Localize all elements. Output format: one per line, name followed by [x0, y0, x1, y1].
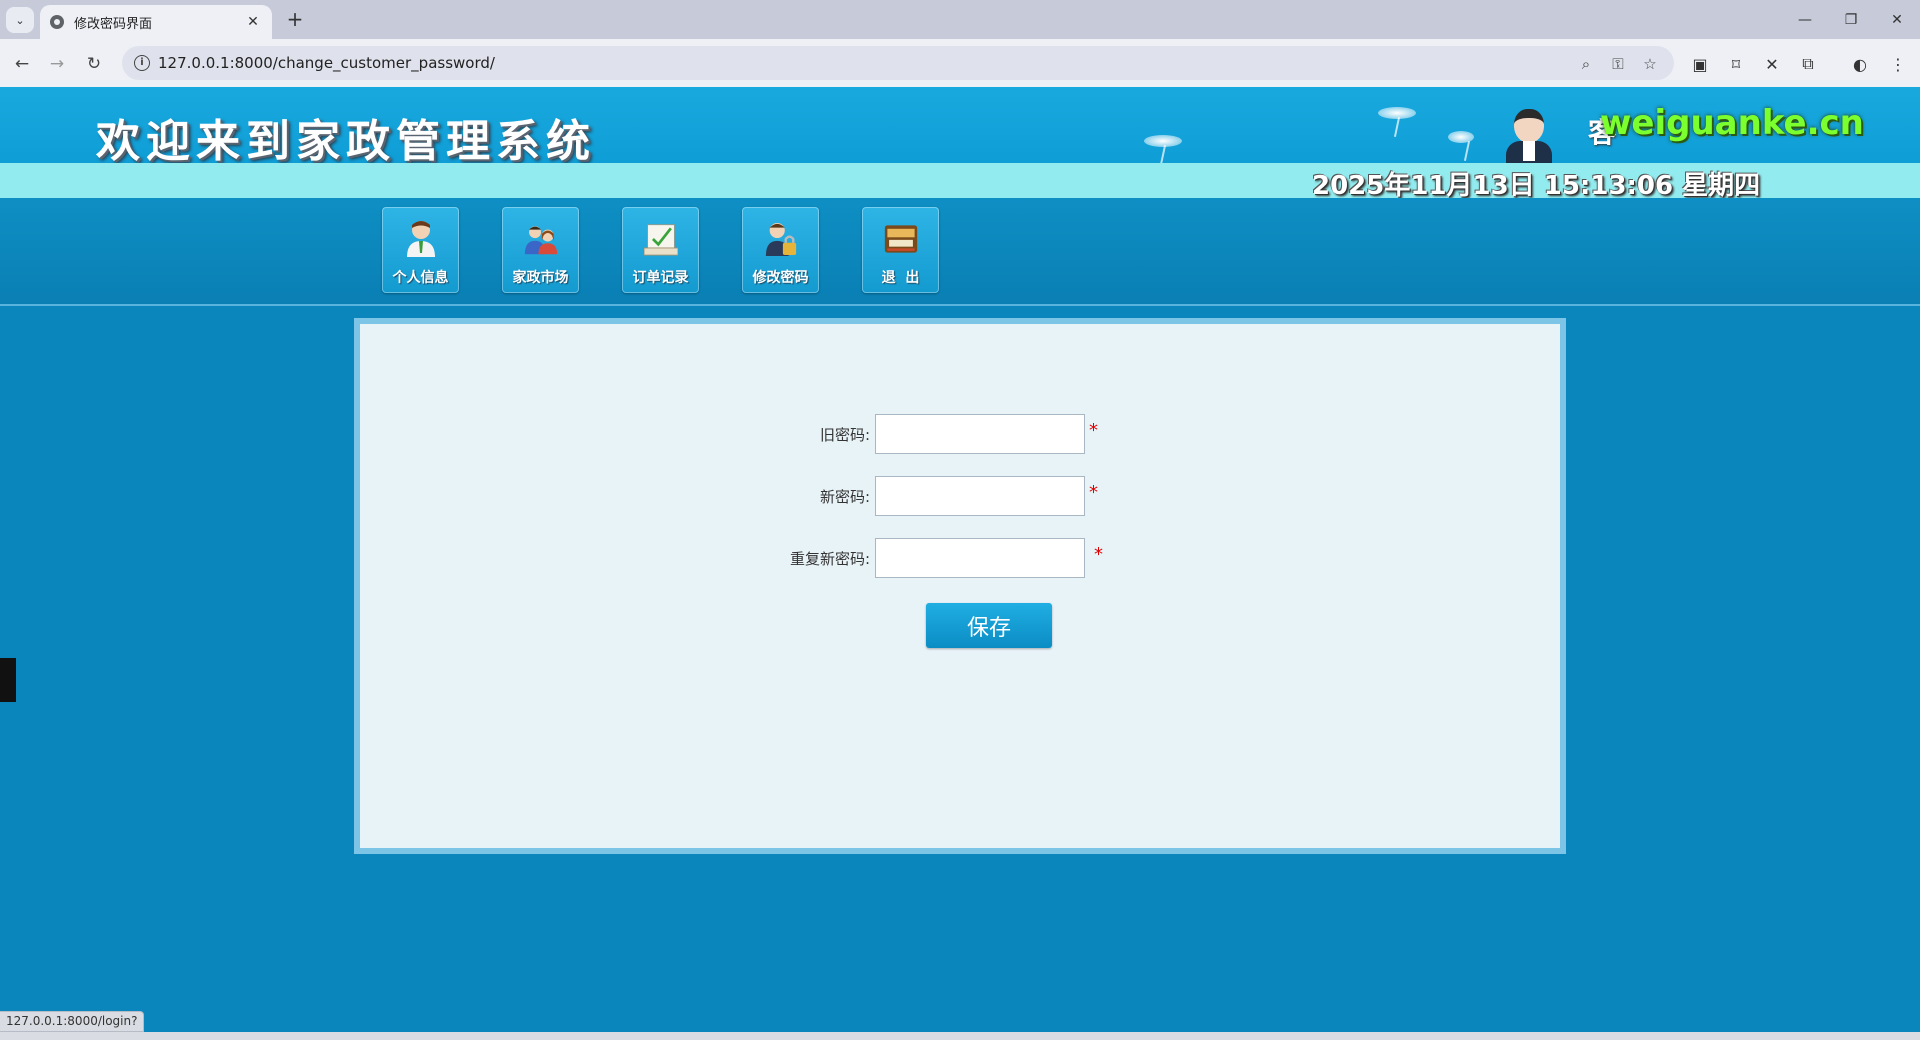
exit-icon: [884, 219, 918, 259]
reload-button[interactable]: ↻: [80, 50, 108, 78]
change-password-panel: 旧密码: * 新密码: * 重复新密码: * 保存: [354, 318, 1566, 854]
nav-order-records[interactable]: 订单记录: [622, 207, 699, 293]
required-mark: *: [1094, 544, 1103, 565]
nav-change-password[interactable]: 修改密码: [742, 207, 819, 293]
nav-label: 修改密码: [752, 270, 809, 286]
nav-label: 个人信息: [392, 270, 449, 286]
nav-personal-info[interactable]: 个人信息: [382, 207, 459, 293]
address-bar[interactable]: i 127.0.0.1:8000/change_customer_passwor…: [122, 46, 1674, 80]
browser-tab-bar: ⌄ 修改密码界面 ✕ + — ❐ ✕: [0, 0, 1920, 39]
zoom-icon[interactable]: ⌕: [1575, 53, 1597, 75]
nav-housekeeping-market[interactable]: 家政市场: [502, 207, 579, 293]
chevron-down-icon: ⌄: [15, 13, 25, 27]
profile-icon[interactable]: ◐: [1846, 50, 1874, 78]
site-name-watermark: weiguanke.cn: [1600, 103, 1864, 143]
save-button[interactable]: 保存: [926, 603, 1052, 648]
star-icon[interactable]: ☆: [1639, 53, 1661, 75]
new-password-input[interactable]: [875, 476, 1085, 516]
user-icon: [404, 219, 438, 259]
dandelion-decoration: [1378, 107, 1416, 119]
current-datetime: 2025年11月13日 15:13:06 星期四: [1312, 171, 1761, 201]
repeat-password-label: 重复新密码:: [789, 550, 870, 568]
forward-button[interactable]: →: [43, 50, 71, 78]
site-info-icon[interactable]: i: [134, 55, 150, 71]
new-password-label: 新密码:: [819, 488, 870, 506]
avatar-face: [1514, 109, 1544, 143]
page-header: 欢迎来到家政管理系统 客 weiguanke.cn: [0, 87, 1920, 163]
users-icon: [524, 219, 558, 259]
browser-tab[interactable]: 修改密码界面 ✕: [40, 5, 272, 39]
repeat-password-input[interactable]: [875, 538, 1085, 578]
back-button[interactable]: ←: [8, 50, 36, 78]
minimize-button[interactable]: —: [1782, 0, 1828, 39]
nav-label: 家政市场: [512, 270, 569, 286]
old-password-row: 旧密码: *: [360, 414, 1560, 454]
close-x-icon[interactable]: ✕: [1758, 50, 1786, 78]
tab-search-button[interactable]: ⌄: [6, 7, 34, 33]
menu-icon[interactable]: ⋮: [1884, 50, 1912, 78]
close-window-button[interactable]: ✕: [1874, 0, 1920, 39]
repeat-password-row: 重复新密码: *: [360, 538, 1560, 578]
bookmark-icon[interactable]: ⌑: [1722, 50, 1750, 78]
puzzle-icon[interactable]: ⧉: [1794, 50, 1822, 78]
date-strip: 2025年11月13日 15:13:06 星期四: [0, 163, 1920, 201]
main-nav: 个人信息 家政市场 订单记录 修改密码 退 出: [0, 198, 1920, 306]
restore-button[interactable]: ❐: [1828, 0, 1874, 39]
required-mark: *: [1089, 420, 1098, 441]
old-password-input[interactable]: [875, 414, 1085, 454]
required-mark: *: [1089, 482, 1098, 503]
browser-bottom-edge: [0, 1032, 1920, 1040]
new-password-row: 新密码: *: [360, 476, 1560, 516]
favicon-icon: [50, 15, 64, 29]
dandelion-decoration: [1448, 131, 1474, 143]
dandelion-decoration: [1144, 135, 1182, 147]
system-title: 欢迎来到家政管理系统: [96, 116, 596, 163]
side-handle[interactable]: [0, 658, 16, 702]
tab-close-icon[interactable]: ✕: [244, 14, 262, 30]
old-password-label: 旧密码:: [819, 426, 870, 444]
browser-toolbar: ← → ↻ i 127.0.0.1:8000/change_customer_p…: [0, 39, 1920, 87]
url-text[interactable]: 127.0.0.1:8000/change_customer_password/: [158, 54, 495, 72]
nav-logout[interactable]: 退 出: [862, 207, 939, 293]
extension-icon[interactable]: ▣: [1686, 50, 1714, 78]
avatar: [1506, 103, 1552, 163]
status-bar-url: 127.0.0.1:8000/login?: [0, 1011, 145, 1032]
user-lock-icon: [764, 219, 798, 259]
new-tab-button[interactable]: +: [282, 7, 308, 33]
avatar-shirt: [1523, 141, 1535, 161]
order-record-icon: [644, 219, 678, 259]
key-icon[interactable]: ⚿: [1607, 53, 1629, 75]
tab-title: 修改密码界面: [74, 16, 153, 32]
nav-label: 退 出: [881, 270, 920, 286]
nav-label: 订单记录: [632, 270, 689, 286]
